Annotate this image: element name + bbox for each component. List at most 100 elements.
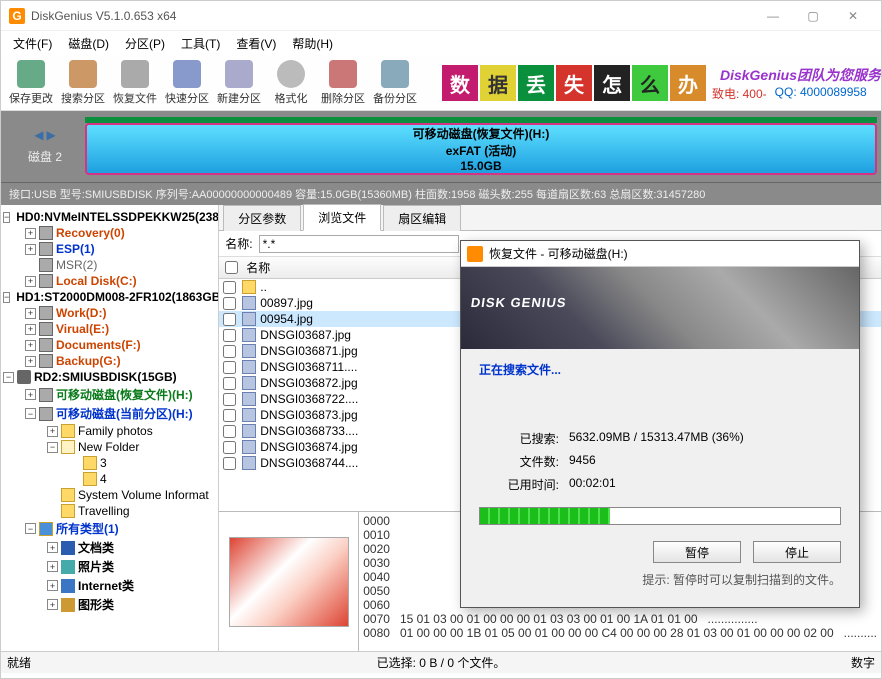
file-name: 00954.jpg: [260, 312, 313, 326]
tree-folder-4[interactable]: 4: [3, 471, 216, 487]
menu-help[interactable]: 帮助(H): [284, 33, 341, 54]
file-checkbox[interactable]: [223, 361, 236, 374]
file-checkbox[interactable]: [223, 345, 236, 358]
image-file-icon: [242, 296, 256, 310]
status-bar: 就绪 已选择: 0 B / 0 个文件。 数字: [1, 651, 881, 673]
stop-button[interactable]: 停止: [753, 541, 841, 563]
file-checkbox[interactable]: [223, 329, 236, 342]
tool-new-button[interactable]: 新建分区: [213, 57, 265, 109]
select-all-checkbox[interactable]: [225, 261, 238, 274]
file-checkbox[interactable]: [223, 425, 236, 438]
tree-internet-type[interactable]: +Internet类: [3, 576, 216, 595]
disk-info-bar: 接口:USB 型号:SMIUSBDISK 序列号:AA0000000000048…: [1, 183, 881, 205]
file-checkbox[interactable]: [223, 409, 236, 422]
col-name[interactable]: 名称: [246, 259, 270, 276]
file-name: ..: [260, 280, 267, 294]
tool-quick-button[interactable]: 快速分区: [161, 57, 213, 109]
tool-recover-button[interactable]: 恢复文件: [109, 57, 161, 109]
tool-search-button[interactable]: 搜索分区: [57, 57, 109, 109]
tree-removable-current[interactable]: −可移动磁盘(当前分区)(H:): [3, 404, 216, 423]
nav-next-icon[interactable]: ▶: [47, 128, 56, 142]
menu-disk[interactable]: 磁盘(D): [60, 33, 117, 54]
tree-esp[interactable]: +ESP(1): [3, 241, 216, 257]
tree-msr[interactable]: MSR(2): [3, 257, 216, 273]
expand-icon[interactable]: +: [25, 228, 36, 239]
folder-icon: [242, 280, 256, 294]
menu-bar: 文件(F) 磁盘(D) 分区(P) 工具(T) 查看(V) 帮助(H): [1, 31, 881, 55]
tree-photo-type[interactable]: +照片类: [3, 557, 216, 576]
file-name: DNSGI0368711....: [260, 360, 357, 374]
tree-new-folder[interactable]: −New Folder: [3, 439, 216, 455]
file-checkbox[interactable]: [223, 377, 236, 390]
image-file-icon: [242, 344, 256, 358]
collapse-icon[interactable]: −: [3, 212, 10, 223]
globe-icon: [61, 579, 75, 593]
disk-nav[interactable]: ◀▶: [34, 128, 55, 142]
tree-shape-type[interactable]: +图形类: [3, 595, 216, 614]
dialog-banner-image: [461, 267, 859, 349]
file-name: 00897.jpg: [260, 296, 313, 310]
elapsed-value: 00:02:01: [569, 476, 616, 493]
tree-doc-type[interactable]: +文档类: [3, 538, 216, 557]
close-button[interactable]: ✕: [833, 2, 873, 30]
tool-backup-button[interactable]: 备份分区: [369, 57, 421, 109]
tree-removable-recover[interactable]: +可移动磁盘(恢复文件)(H:): [3, 385, 216, 404]
tree-hd0[interactable]: −HD0:NVMeINTELSSDPEKKW25(238GB): [3, 209, 216, 225]
dialog-titlebar[interactable]: 恢复文件 - 可移动磁盘(H:): [461, 241, 859, 267]
image-file-icon: [242, 312, 256, 326]
file-checkbox[interactable]: [223, 393, 236, 406]
file-checkbox[interactable]: [223, 441, 236, 454]
image-file-icon: [242, 424, 256, 438]
tab-browse-files[interactable]: 浏览文件: [303, 204, 381, 231]
save-icon: [17, 60, 45, 88]
new-icon: [225, 60, 253, 88]
partition-icon: [39, 226, 53, 240]
tree-hd1[interactable]: −HD1:ST2000DM008-2FR102(1863GB): [3, 289, 216, 305]
tool-save-button[interactable]: 保存更改: [5, 57, 57, 109]
filecount-value: 9456: [569, 453, 596, 470]
file-name: DNSGI03687.jpg: [260, 328, 351, 342]
dialog-message: 正在搜索文件...: [479, 361, 841, 378]
file-checkbox[interactable]: [223, 457, 236, 470]
partition-block[interactable]: 可移动磁盘(恢复文件)(H:) exFAT (活动) 15.0GB: [85, 123, 877, 175]
quick-icon: [173, 60, 201, 88]
tree-recovery[interactable]: +Recovery(0): [3, 225, 216, 241]
tab-partition-params[interactable]: 分区参数: [223, 205, 301, 231]
tree-rd2[interactable]: −RD2:SMIUSBDISK(15GB): [3, 369, 216, 385]
filecount-label: 文件数:: [479, 453, 569, 470]
menu-view[interactable]: 查看(V): [228, 33, 284, 54]
searched-label: 已搜索:: [479, 430, 569, 447]
tree-work-d[interactable]: +Work(D:): [3, 305, 216, 321]
minimize-button[interactable]: —: [753, 2, 793, 30]
preview-pane: [219, 512, 359, 651]
file-name: DNSGI036871.jpg: [260, 344, 357, 358]
file-checkbox[interactable]: [223, 297, 236, 310]
menu-tool[interactable]: 工具(T): [173, 33, 228, 54]
searched-value: 5632.09MB / 15313.47MB (36%): [569, 430, 744, 447]
status-right: 数字: [851, 654, 875, 671]
tree-local-c[interactable]: +Local Disk(C:): [3, 273, 216, 289]
status-left: 就绪: [7, 654, 31, 671]
pause-button[interactable]: 暂停: [653, 541, 741, 563]
shape-icon: [61, 598, 75, 612]
file-checkbox[interactable]: [223, 313, 236, 326]
maximize-button[interactable]: ▢: [793, 2, 833, 30]
device-tree[interactable]: −HD0:NVMeINTELSSDPEKKW25(238GB) +Recover…: [1, 205, 219, 651]
tree-folder-3[interactable]: 3: [3, 455, 216, 471]
menu-file[interactable]: 文件(F): [5, 33, 60, 54]
tree-virual-e[interactable]: +Virual(E:): [3, 321, 216, 337]
tree-family-photos[interactable]: +Family photos: [3, 423, 216, 439]
tree-all-types[interactable]: −所有类型(1): [3, 519, 216, 538]
tree-backup-g[interactable]: +Backup(G:): [3, 353, 216, 369]
file-checkbox[interactable]: [223, 281, 236, 294]
nav-prev-icon[interactable]: ◀: [34, 128, 43, 142]
titlebar: G DiskGenius V5.1.0.653 x64 — ▢ ✕: [1, 1, 881, 31]
tree-documents-f[interactable]: +Documents(F:): [3, 337, 216, 353]
tab-sector-edit[interactable]: 扇区编辑: [383, 205, 461, 231]
filter-input[interactable]: [259, 235, 459, 253]
tree-travelling[interactable]: Travelling: [3, 503, 216, 519]
tool-delete-button[interactable]: 删除分区: [317, 57, 369, 109]
tool-format-button[interactable]: 格式化: [265, 57, 317, 109]
tree-svi[interactable]: System Volume Informat: [3, 487, 216, 503]
menu-partition[interactable]: 分区(P): [117, 33, 173, 54]
